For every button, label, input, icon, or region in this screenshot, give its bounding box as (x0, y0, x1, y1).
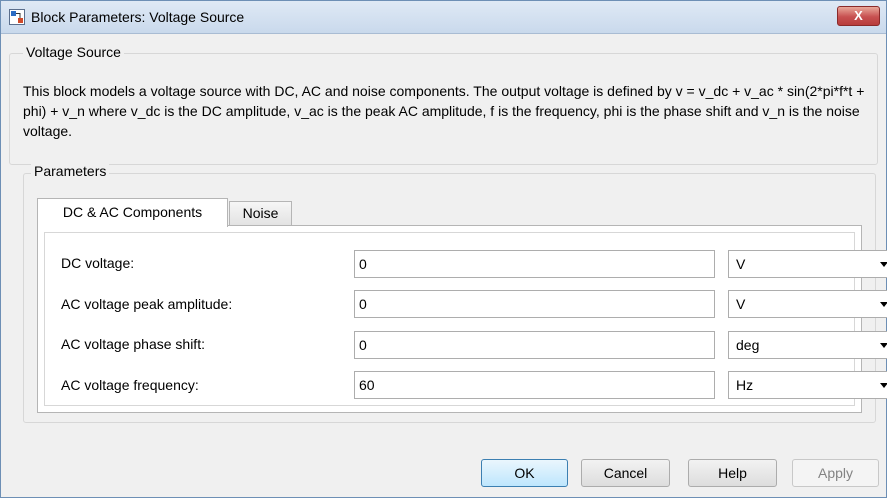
tab-label: DC & AC Components (62, 204, 203, 220)
apply-button-label: Apply (817, 465, 854, 481)
unit-value: deg (736, 337, 760, 353)
apply-button[interactable]: Apply (792, 459, 879, 487)
block-section-title: Voltage Source (23, 44, 124, 60)
tab-noise[interactable]: Noise (229, 201, 292, 226)
ac-peak-amplitude-unit-select[interactable]: V (728, 290, 887, 318)
ac-phase-shift-label: AC voltage phase shift: (61, 336, 205, 352)
tab-panel-dc-ac: DC voltage: V AC voltage peak amplitude:… (37, 225, 887, 413)
ac-frequency-label: AC voltage frequency: (61, 377, 199, 393)
unit-value: Hz (736, 377, 754, 393)
dc-voltage-input[interactable] (354, 250, 715, 278)
tab-dc-ac-components[interactable]: DC & AC Components (37, 198, 228, 227)
ac-peak-amplitude-input[interactable] (354, 290, 715, 318)
help-button-label: Help (718, 465, 747, 481)
ac-frequency-unit-select[interactable]: Hz (728, 371, 887, 399)
ok-button-label: OK (514, 465, 535, 481)
close-icon: X (854, 8, 863, 23)
dc-voltage-label: DC voltage: (61, 255, 135, 271)
unit-value: V (736, 296, 746, 312)
window-title: Block Parameters: Voltage Source (31, 9, 245, 25)
cancel-button[interactable]: Cancel (581, 459, 670, 487)
simulink-block-icon (9, 9, 25, 25)
cancel-button-label: Cancel (603, 465, 648, 481)
ok-button[interactable]: OK (481, 459, 568, 487)
unit-value: V (736, 256, 746, 272)
help-button[interactable]: Help (688, 459, 777, 487)
chevron-down-icon (880, 262, 887, 267)
chevron-down-icon (880, 383, 887, 388)
tab-label: Noise (242, 205, 279, 221)
ac-phase-shift-unit-select[interactable]: deg (728, 331, 887, 359)
parameter-frame: DC voltage: V AC voltage peak amplitude:… (44, 232, 887, 406)
title-bar[interactable]: Block Parameters: Voltage Source X (1, 1, 886, 34)
ac-phase-shift-input[interactable] (354, 331, 715, 359)
dc-voltage-unit-select[interactable]: V (728, 250, 887, 278)
chevron-down-icon (880, 343, 887, 348)
block-description: This block models a voltage source with … (23, 83, 865, 139)
ac-peak-amplitude-label: AC voltage peak amplitude: (61, 296, 233, 312)
ac-frequency-input[interactable] (354, 371, 715, 399)
close-button[interactable]: X (837, 6, 880, 26)
chevron-down-icon (880, 302, 887, 307)
block-parameters-dialog: Block Parameters: Voltage Source X Volta… (0, 0, 887, 498)
parameters-section-title: Parameters (31, 163, 110, 179)
